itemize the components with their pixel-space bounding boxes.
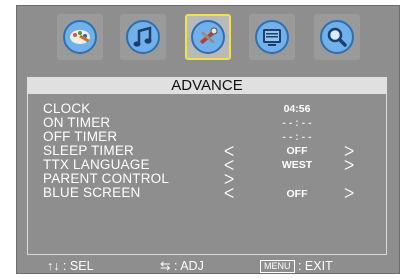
parent-control-label[interactable]: PARENT CONTROL bbox=[43, 172, 169, 186]
menu-key-icon: MENU bbox=[260, 260, 295, 273]
off-timer-value: - - : - - bbox=[282, 131, 312, 143]
left-right-arrow-icon: ⇆ bbox=[160, 259, 171, 273]
key-hint-bar: ↑↓ : SEL ⇆ : ADJ MENU : EXIT bbox=[17, 258, 401, 275]
blue-screen-right-arrow[interactable]: ᐳ bbox=[344, 186, 354, 200]
osd-menu: ADVANCE CLOCK 04:56 ON TIMER - - : - - O… bbox=[16, 5, 400, 274]
exit-hint: MENU : EXIT bbox=[260, 258, 333, 275]
off-timer-label[interactable]: OFF TIMER bbox=[43, 130, 117, 144]
advance-menu-button[interactable] bbox=[185, 14, 231, 60]
ttx-language-label[interactable]: TTX LANGUAGE bbox=[43, 158, 150, 172]
tv-channel-icon bbox=[255, 20, 289, 54]
panel-title: ADVANCE bbox=[27, 77, 387, 94]
ttx-language-right-arrow[interactable]: ᐳ bbox=[344, 158, 354, 172]
select-hint: ↑↓ : SEL bbox=[47, 258, 94, 275]
tv-menu-button[interactable] bbox=[249, 14, 295, 60]
picture-icon bbox=[63, 20, 97, 54]
search-menu-button[interactable] bbox=[314, 14, 360, 60]
blue-screen-label[interactable]: BLUE SCREEN bbox=[43, 186, 140, 200]
ttx-language-left-arrow[interactable]: ᐸ bbox=[224, 158, 234, 172]
clock-label[interactable]: CLOCK bbox=[43, 102, 91, 116]
blue-screen-left-arrow[interactable]: ᐸ bbox=[224, 186, 234, 200]
ttx-language-value: WEST bbox=[281, 159, 313, 171]
sound-icon bbox=[126, 20, 160, 54]
select-hint-label: : SEL bbox=[62, 259, 94, 273]
adjust-hint-label: : ADJ bbox=[173, 259, 204, 273]
parent-control-enter-arrow[interactable]: ᐳ bbox=[224, 172, 234, 186]
on-timer-label[interactable]: ON TIMER bbox=[43, 116, 110, 130]
sound-menu-button[interactable] bbox=[120, 14, 166, 60]
sleep-timer-left-arrow[interactable]: ᐸ bbox=[224, 144, 234, 158]
advance-tools-icon bbox=[191, 20, 225, 54]
sleep-timer-label[interactable]: SLEEP TIMER bbox=[43, 144, 134, 158]
blue-screen-value: OFF bbox=[286, 188, 308, 200]
clock-value: 04:56 bbox=[283, 103, 311, 115]
search-icon bbox=[320, 20, 354, 54]
up-down-arrow-icon: ↑↓ bbox=[47, 259, 60, 273]
picture-menu-button[interactable] bbox=[57, 14, 103, 60]
exit-hint-label: : EXIT bbox=[297, 259, 333, 273]
adjust-hint: ⇆ : ADJ bbox=[160, 258, 204, 275]
sleep-timer-value: OFF bbox=[286, 145, 308, 157]
on-timer-value: - - : - - bbox=[282, 117, 312, 129]
sleep-timer-right-arrow[interactable]: ᐳ bbox=[344, 144, 354, 158]
